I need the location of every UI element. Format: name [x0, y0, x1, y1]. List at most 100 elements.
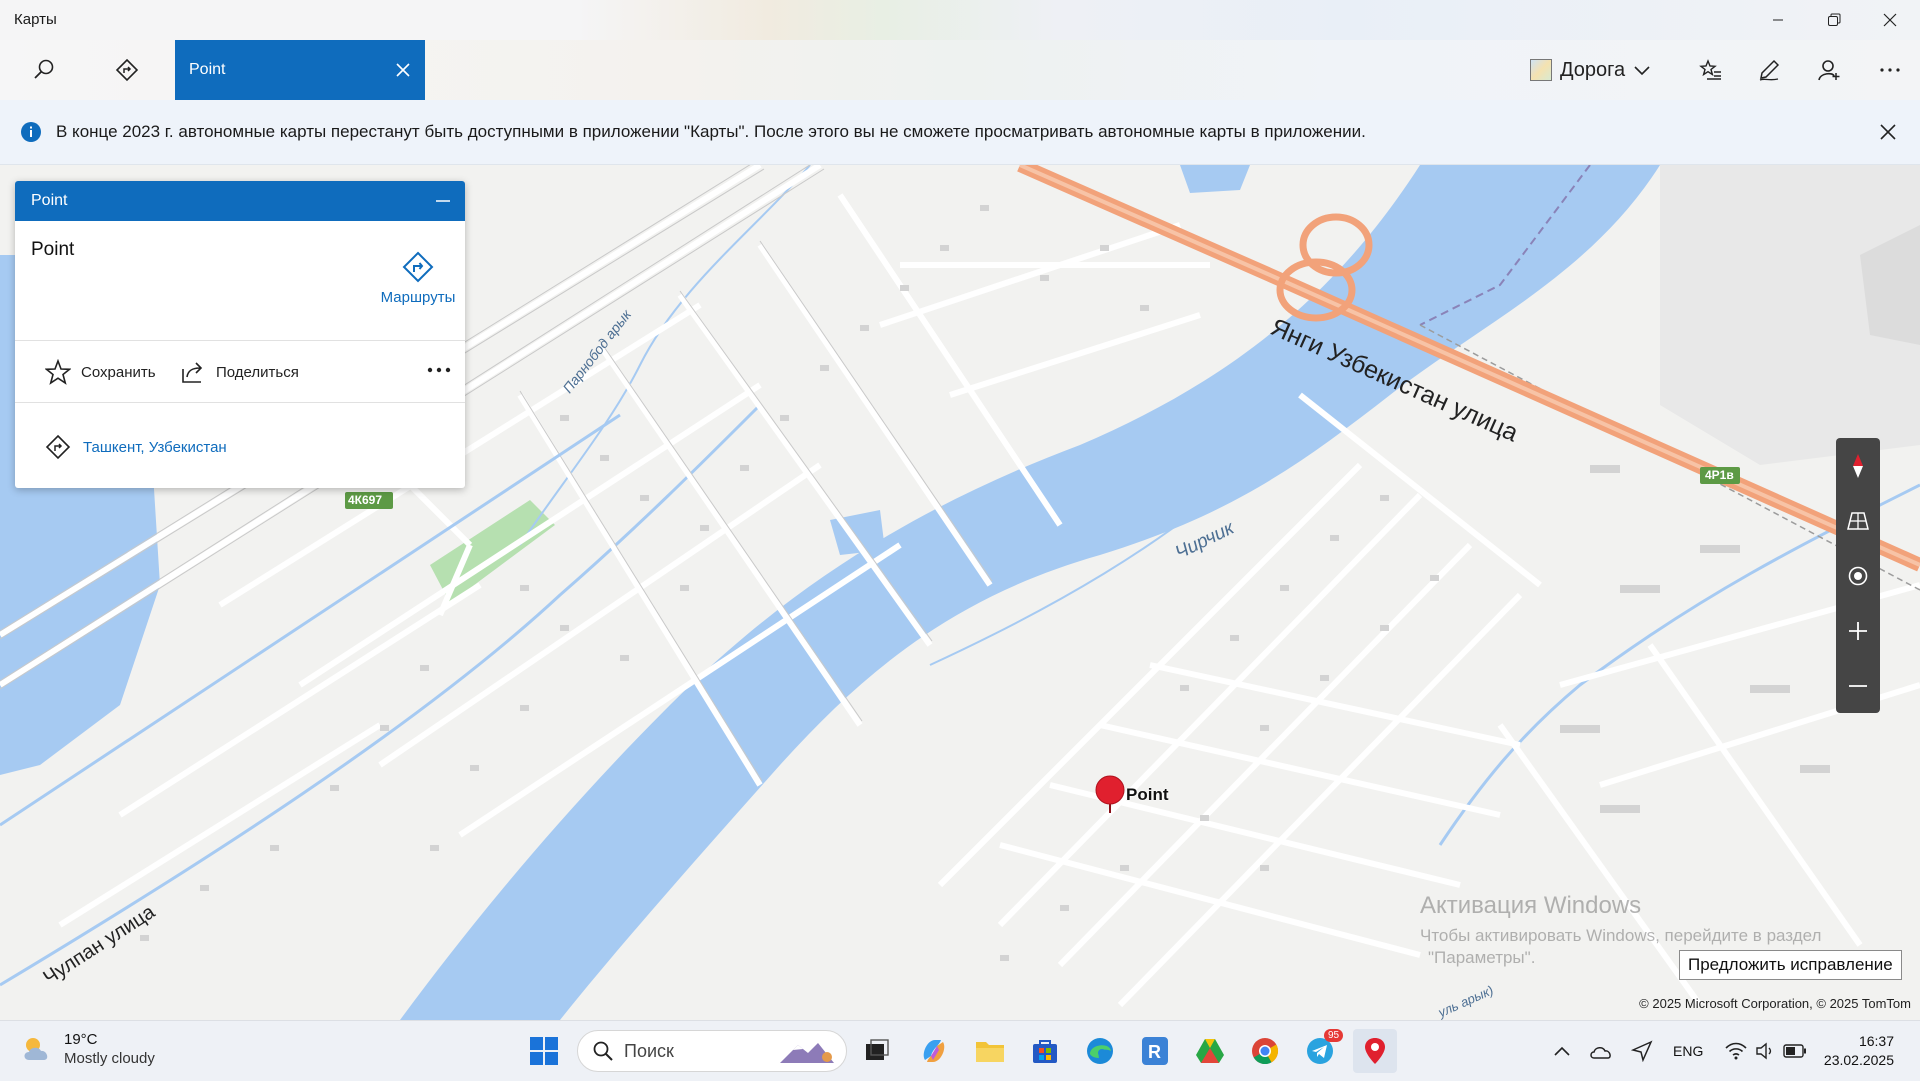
speaker-icon[interactable]: [1755, 1042, 1775, 1060]
plus-icon: [1849, 621, 1867, 640]
map-style-label: Дорога: [1560, 58, 1626, 81]
chrome-icon: [1252, 1038, 1279, 1065]
tab-point[interactable]: Point: [175, 40, 425, 100]
chevron-up-icon[interactable]: [1553, 1045, 1571, 1057]
edge-icon: [1087, 1038, 1113, 1064]
wifi-icon[interactable]: [1725, 1042, 1747, 1060]
toolbar: Point Дорога: [0, 40, 1920, 100]
system-tray: ENG: [1548, 1021, 1807, 1081]
panel-minimize-button[interactable]: [421, 181, 465, 221]
info-icon: [21, 122, 41, 142]
notice-bar: В конце 2023 г. автономные карты переста…: [0, 100, 1920, 165]
app-r-icon: R: [1142, 1037, 1168, 1065]
minimize-button[interactable]: [1750, 0, 1806, 40]
remote-app[interactable]: R: [1133, 1029, 1177, 1073]
maps-app-active[interactable]: [1353, 1029, 1397, 1073]
drive-app[interactable]: [1188, 1029, 1232, 1073]
save-label: Сохранить: [81, 363, 156, 381]
ink-button[interactable]: [1737, 40, 1801, 100]
directions-button[interactable]: [95, 40, 159, 100]
share-button[interactable]: Поделиться: [180, 359, 299, 385]
panel-title: Point: [31, 192, 68, 209]
favorites-list-icon: [1699, 59, 1721, 80]
directions-icon: [45, 434, 71, 460]
task-view-icon: [866, 1039, 889, 1060]
copilot-app[interactable]: [912, 1029, 956, 1073]
onedrive-cloud-icon[interactable]: [1589, 1042, 1613, 1060]
chrome-app[interactable]: [1243, 1029, 1287, 1073]
place-panel: Point Point Маршруты Сохранить Поделитьс…: [15, 181, 465, 488]
tab-label: Point: [189, 61, 226, 78]
pin-label[interactable]: Point: [1126, 785, 1169, 805]
my-location-button[interactable]: [1836, 548, 1880, 603]
title-bar: Карты: [0, 0, 1920, 40]
tab-close-button[interactable]: [381, 40, 425, 100]
search-icon: [34, 59, 54, 79]
map-controls: [1836, 438, 1880, 713]
tilt-button[interactable]: [1836, 493, 1880, 548]
more-icon: [427, 367, 451, 373]
road-badge-4r1v: 4Р1в: [1705, 468, 1734, 482]
share-icon: [182, 362, 203, 383]
notice-close-icon[interactable]: [1879, 123, 1897, 141]
panel-more-button[interactable]: [419, 357, 459, 383]
clock-date: 23.02.2025: [1823, 1052, 1894, 1068]
location-link[interactable]: Ташкент, Узбекистан: [45, 434, 227, 460]
minus-icon: [1849, 684, 1867, 687]
windows-logo-icon: [530, 1037, 558, 1065]
compass-button[interactable]: [1836, 438, 1880, 493]
tilt-3d-icon: [1847, 511, 1869, 530]
location-target-icon: [1848, 566, 1868, 585]
compass-icon: [1853, 453, 1863, 478]
save-button[interactable]: Сохранить: [45, 359, 156, 385]
location-text: Ташкент, Узбекистан: [83, 438, 227, 456]
chevron-down-icon: [1634, 66, 1650, 76]
weather-widget[interactable]: 19°C Mostly cloudy: [20, 1030, 155, 1068]
telegram-app[interactable]: 95: [1298, 1029, 1344, 1073]
suggest-correction-button[interactable]: Предложить исправление: [1679, 950, 1902, 980]
map-style-thumbnail: [1530, 59, 1552, 81]
more-options-button[interactable]: [1858, 40, 1920, 100]
routes-button[interactable]: Маршруты: [370, 251, 465, 306]
battery-icon[interactable]: [1783, 1044, 1807, 1058]
divider: [15, 340, 465, 341]
language-indicator[interactable]: ENG: [1673, 1043, 1703, 1059]
send-location-icon[interactable]: [1631, 1040, 1653, 1062]
pen-icon: [1759, 59, 1780, 81]
minimize-icon: [1773, 19, 1783, 21]
start-button[interactable]: [522, 1029, 566, 1073]
copilot-icon: [923, 1040, 945, 1062]
task-view-button[interactable]: [855, 1029, 899, 1073]
zoom-in-button[interactable]: [1836, 603, 1880, 658]
directions-icon: [115, 58, 139, 82]
store-app[interactable]: [1023, 1029, 1067, 1073]
notification-badge: 95: [1324, 1029, 1344, 1042]
restore-button[interactable]: [1806, 0, 1862, 40]
minimize-icon: [436, 200, 450, 202]
cloud-sun-icon: [24, 1038, 48, 1060]
search-button[interactable]: [12, 40, 76, 100]
clock-time: 16:37: [1858, 1033, 1894, 1049]
notice-text: В конце 2023 г. автономные карты переста…: [56, 122, 1366, 141]
more-icon: [1880, 68, 1900, 72]
close-window-button[interactable]: [1862, 0, 1918, 40]
taskbar-search[interactable]: Поиск: [577, 1030, 847, 1072]
clock[interactable]: 16:37 23.02.2025: [1824, 1032, 1894, 1070]
restore-icon: [1828, 13, 1841, 26]
share-label: Поделиться: [216, 363, 299, 381]
file-explorer-app[interactable]: [968, 1029, 1012, 1073]
account-button[interactable]: [1797, 40, 1861, 100]
search-placeholder: Поиск: [624, 1040, 674, 1061]
copyright-text: © 2025 Microsoft Corporation, © 2025 Tom…: [1639, 996, 1911, 1011]
map-pin-icon: [1095, 775, 1125, 805]
zoom-out-button[interactable]: [1836, 658, 1880, 713]
search-highlight-icon: [780, 1043, 834, 1063]
map-style-dropdown[interactable]: Дорога: [1530, 40, 1651, 100]
folder-icon: [976, 1042, 1004, 1062]
favorites-button[interactable]: [1679, 40, 1743, 100]
pond: [1180, 165, 1250, 193]
taskbar: 19°C Mostly cloudy Поиск R 95 ENG 16:37 …: [0, 1020, 1920, 1081]
weather-desc: Mostly cloudy: [64, 1050, 155, 1067]
panel-header: Point: [15, 181, 465, 221]
edge-app[interactable]: [1078, 1029, 1122, 1073]
